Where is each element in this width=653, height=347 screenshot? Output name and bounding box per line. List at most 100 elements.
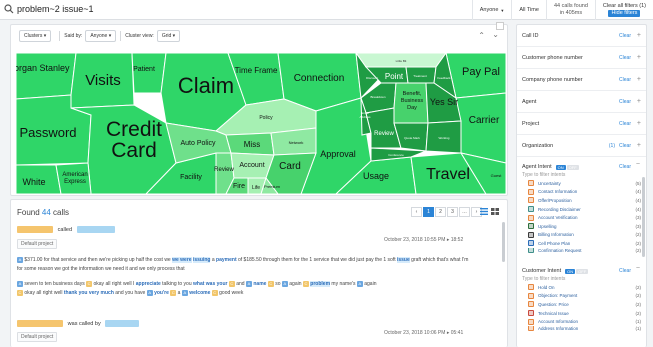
- customer-intent-clear-button[interactable]: Clear: [619, 268, 631, 274]
- agent-intent-clear-button[interactable]: Clear: [619, 164, 631, 170]
- play-icon: ▸: [446, 237, 450, 243]
- filter-agent[interactable]: Agent Clear +: [517, 91, 646, 113]
- call-direction-label: called: [57, 227, 73, 234]
- cluster-toolbar: Clusters ▾ Said by: Anyone ▾ Cluster vie…: [11, 25, 507, 47]
- cluster-cell-patient[interactable]: [131, 53, 167, 94]
- plus-icon[interactable]: +: [637, 32, 641, 39]
- chevron-up-icon[interactable]: ⌃: [478, 31, 485, 40]
- plus-icon[interactable]: +: [637, 120, 641, 127]
- agent-intent-filter-input[interactable]: Type to filter intents: [522, 172, 565, 178]
- plus-icon[interactable]: +: [637, 142, 641, 149]
- clusters-dropdown[interactable]: Clusters ▾: [19, 30, 52, 42]
- filter-organization[interactable]: Organization (1) Clear +: [517, 135, 646, 157]
- intent-count: (5): [635, 180, 642, 186]
- intent-item-account-verification[interactable]: Account Verification (3): [528, 213, 641, 222]
- intent-item-account-information[interactable]: Account Information (1): [528, 317, 641, 326]
- cluster-label: Fire: [233, 183, 245, 190]
- call-list-item[interactable]: called: [17, 226, 503, 233]
- grid-view-icon[interactable]: [491, 208, 499, 215]
- page-3-button[interactable]: 3: [447, 207, 458, 217]
- minus-icon[interactable]: −: [636, 161, 640, 168]
- intent-item-address-information[interactable]: Address Information (1): [528, 325, 641, 331]
- intent-item-upselling[interactable]: Upselling (3): [528, 222, 641, 231]
- customer-intent-title: Customer Intent: [522, 268, 562, 274]
- clear-button[interactable]: Clear: [619, 99, 631, 105]
- search-input[interactable]: problem~2 issue~1: [17, 4, 94, 14]
- filter-project[interactable]: Project Clear +: [517, 113, 646, 135]
- cluster-label: Card: [279, 161, 301, 172]
- filter-call-id[interactable]: Call ID Clear +: [517, 25, 646, 47]
- time-range-dropdown[interactable]: All Time: [511, 0, 546, 20]
- transcript-text: $371.00 for that service and then we're …: [24, 257, 171, 263]
- transcript-text: good week: [219, 290, 244, 296]
- minus-icon[interactable]: −: [636, 265, 640, 272]
- plus-icon[interactable]: +: [637, 54, 641, 61]
- intent-item-hold-on[interactable]: Hold On (2): [528, 283, 641, 292]
- clear-button[interactable]: Clear: [619, 55, 631, 61]
- said-by-select[interactable]: Anyone ▾: [85, 30, 117, 42]
- search-icon[interactable]: [4, 4, 14, 14]
- clear-all-filters-button[interactable]: Clear all filters (1): [603, 3, 646, 10]
- agent-speaker-icon: A: [245, 280, 252, 287]
- intent-label: Question: Price: [538, 301, 569, 307]
- intent-item-uncertainty[interactable]: Uncertainty (5): [528, 179, 641, 188]
- call-list-item[interactable]: was called by: [17, 320, 503, 327]
- agent-intent-toggle-off[interactable]: OFF: [566, 164, 579, 170]
- toolbar-divider: [59, 31, 61, 41]
- transcript-snippet-1: A $371.00 for that service and then we'r…: [17, 256, 503, 274]
- intent-item-confirmation-request[interactable]: Confirmation Request (2): [528, 247, 641, 253]
- filter-label: Agent: [522, 98, 537, 105]
- clear-button[interactable]: Clear: [619, 143, 631, 149]
- agent-intent-toggle-on[interactable]: ON: [555, 164, 566, 170]
- said-by-label: Said by:: [64, 33, 83, 39]
- customer-intent-toggle-on[interactable]: ON: [565, 268, 576, 274]
- hide-filters-button[interactable]: Hide filters: [608, 10, 641, 17]
- cluster-view-select[interactable]: Grid ▾: [156, 30, 181, 42]
- intent-item-technical-issue[interactable]: Technical Issue (2): [528, 309, 641, 318]
- clear-button[interactable]: Clear: [619, 121, 631, 127]
- intent-item-cell-phone-plan[interactable]: Cell Phone Plan (2): [528, 239, 641, 248]
- filter-customer-phone[interactable]: Customer phone number Clear +: [517, 47, 646, 69]
- intent-item-offer-proposition[interactable]: Offer/Proposition (4): [528, 196, 641, 205]
- cluster-label: Life: [252, 185, 260, 191]
- cluster-cell-carrier[interactable]: [455, 92, 506, 164]
- customer-intent-toggle-off[interactable]: OFF: [576, 268, 589, 274]
- filter-count-badge: (1): [608, 142, 615, 149]
- prev-page-button[interactable]: ‹: [411, 207, 422, 217]
- clear-button[interactable]: Clear: [619, 33, 631, 39]
- intent-item-objection-payment[interactable]: Objection: Payment (2): [528, 292, 641, 301]
- intent-item-billing-information[interactable]: Billing Information (2): [528, 231, 641, 240]
- customer-speaker-icon: C: [17, 289, 23, 296]
- transcript-snippet-2: A seven to ten business days C okay all …: [17, 280, 503, 298]
- cluster-label: Point: [385, 72, 404, 81]
- cluster-label: Password: [19, 125, 76, 140]
- plus-icon[interactable]: +: [637, 98, 641, 105]
- filter-company-phone[interactable]: Company phone number Clear +: [517, 69, 646, 91]
- intent-count: (4): [635, 206, 642, 212]
- chevron-down-icon[interactable]: ⌄: [492, 30, 499, 39]
- intent-label: Confirmation Request: [538, 247, 582, 253]
- intent-item-recording-disclaimer[interactable]: Recording Disclaimer (4): [528, 205, 641, 214]
- keyword-highlight: we were: [172, 257, 192, 263]
- agent-speaker-icon: A: [281, 280, 288, 287]
- agent-intent-scrollbar[interactable]: [642, 177, 645, 257]
- page-2-button[interactable]: 2: [435, 207, 446, 217]
- speaker-dropdown[interactable]: Anyone ▼: [471, 0, 512, 20]
- chevron-down-icon: ▾: [43, 33, 47, 39]
- plus-icon[interactable]: +: [637, 76, 641, 83]
- intent-count: (2): [635, 293, 642, 299]
- intent-label: Upselling: [538, 223, 557, 229]
- intent-item-question-price[interactable]: Question: Price (2): [528, 300, 641, 309]
- cluster-view-value: Grid: [161, 33, 172, 39]
- agent-speaker-icon: A: [181, 289, 188, 296]
- cluster-cell-morgan-stanley[interactable]: [16, 53, 77, 100]
- list-view-icon[interactable]: [480, 208, 488, 215]
- intent-item-contact-information[interactable]: Contact Information (4): [528, 188, 641, 197]
- clear-button[interactable]: Clear: [619, 77, 631, 83]
- page-1-button[interactable]: 1: [423, 207, 434, 217]
- calls-scrollbar[interactable]: [502, 222, 505, 262]
- play-icon: ▸: [446, 330, 450, 336]
- cluster-label-email: Email Address: [359, 111, 371, 119]
- customer-intent-filter-input[interactable]: Type to filter intents: [522, 276, 565, 282]
- customer-speaker-icon: C: [228, 280, 235, 287]
